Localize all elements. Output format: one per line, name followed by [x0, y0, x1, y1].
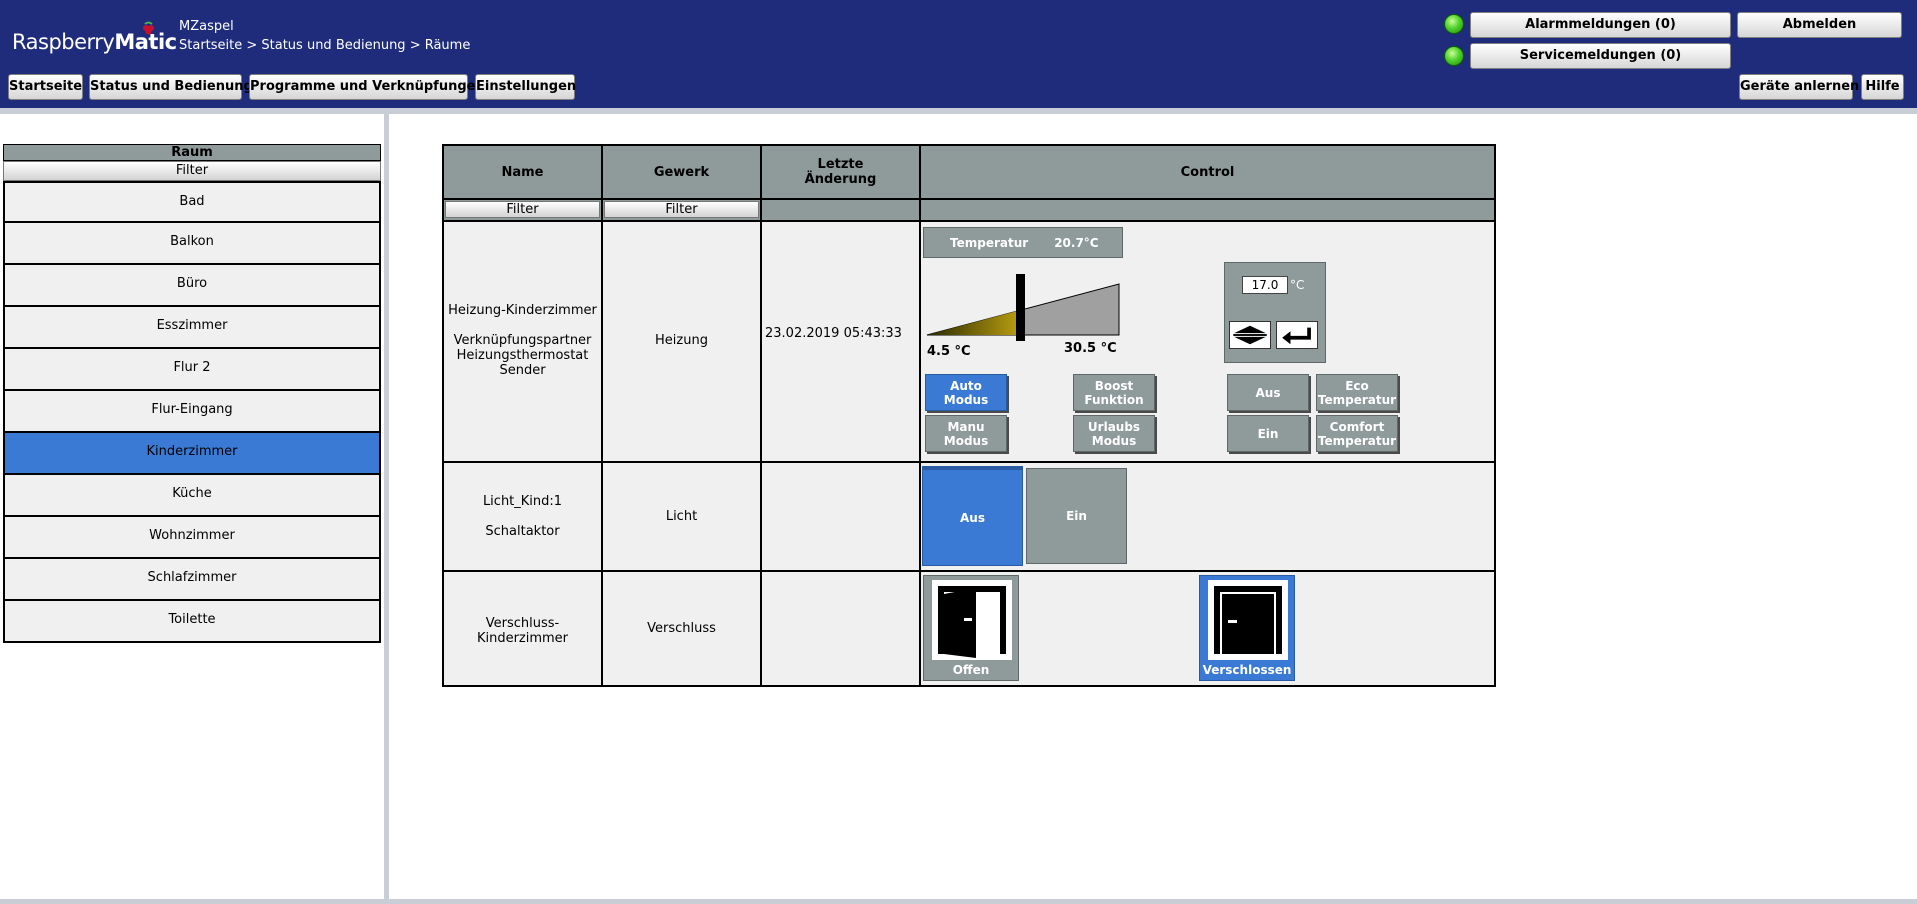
door-open-button[interactable]: Offen [923, 575, 1019, 681]
room-list-header: Raum [3, 144, 381, 161]
user-name: MZaspel [179, 19, 234, 34]
row-licht-gewerk: Licht [665, 509, 698, 524]
enter-arrow-icon [1282, 327, 1311, 345]
link-partner-device: Heizungsthermostat [456, 348, 589, 363]
light-off-button[interactable]: Aus [922, 466, 1023, 566]
header-divider [0, 108, 1917, 114]
room-item[interactable]: Balkon [3, 223, 381, 265]
up-down-stepper[interactable] [1229, 321, 1271, 349]
eco-temperature-button[interactable]: Eco Temperatur [1316, 374, 1398, 411]
setpoint-slider[interactable] [923, 274, 1123, 374]
logo-text-light: Raspberry [12, 30, 115, 54]
heating-off-button[interactable]: Aus [1227, 374, 1309, 411]
row-verschluss-gewerk: Verschluss [647, 621, 716, 636]
room-item[interactable]: Esszimmer [3, 307, 381, 349]
link-partner-role: Sender [499, 363, 546, 378]
alarm-messages-button[interactable]: Alarmmeldungen (0) [1470, 12, 1731, 38]
link-partner-label: Verknüpfungspartner [453, 333, 592, 348]
room-list: Bad Balkon Büro Esszimmer Flur 2 Flur-Eingang… [3, 181, 381, 643]
setpoint-unit: °C [1290, 278, 1305, 292]
service-messages-button[interactable]: Servicemeldungen (0) [1470, 43, 1731, 69]
device-name: Heizung-Kinderzimmer [448, 303, 597, 318]
device-table: Name Gewerk Letzte Änderung Control Filt… [442, 144, 1496, 687]
door-open-icon [932, 580, 1012, 660]
nav-einstellungen-button[interactable]: Einstellungen [475, 74, 576, 100]
row-heizung-last-change: 23.02.2019 05:43:33 [765, 326, 902, 341]
device-type: Schaltaktor [485, 524, 560, 539]
room-item[interactable]: Flur-Eingang [3, 391, 381, 433]
grid-line [919, 146, 921, 685]
heating-on-button[interactable]: Ein [1227, 415, 1309, 452]
raspberry-icon [143, 21, 154, 35]
column-header-last-change: Letzte Änderung [762, 146, 919, 198]
room-item[interactable]: Wohnzimmer [3, 517, 381, 559]
name-filter-button[interactable]: Filter [445, 201, 600, 218]
nav-startseite-button[interactable]: Startseite [8, 74, 83, 100]
grid-line [601, 146, 603, 685]
alarm-status-led [1444, 14, 1464, 34]
up-down-arrows-icon [1233, 325, 1267, 345]
panel-divider [384, 114, 389, 900]
slider-handle[interactable] [1016, 274, 1025, 341]
auto-mode-button[interactable]: Auto Modus [925, 374, 1007, 411]
door-closed-icon [1208, 580, 1288, 660]
row-heizung-gewerk: Heizung [655, 333, 708, 348]
manual-mode-button[interactable]: Manu Modus [925, 415, 1007, 452]
room-item[interactable]: Küche [3, 475, 381, 517]
logout-button[interactable]: Abmelden [1737, 12, 1902, 38]
apply-setpoint-button[interactable] [1276, 321, 1318, 349]
room-list-panel: Raum Filter Bad Balkon Büro Esszimmer Flur 2… [3, 144, 381, 643]
door-open-label: Offen [952, 663, 990, 677]
row-licht-name: Licht_Kind:1 Schaltaktor [444, 494, 601, 539]
room-item[interactable]: Flur 2 [3, 349, 381, 391]
room-item[interactable]: Schlafzimmer [3, 559, 381, 601]
door-closed-label: Verschlossen [1202, 663, 1292, 677]
row-heizung-name: Heizung-Kinderzimmer Verknüpfungspartner… [444, 303, 601, 378]
column-header-name: Name [444, 146, 601, 198]
comfort-temperature-button[interactable]: Comfort Temperatur [1316, 415, 1398, 452]
nav-status-button[interactable]: Status und Bedienung [89, 74, 253, 100]
device-name: Licht_Kind:1 [482, 494, 563, 509]
room-item[interactable]: Büro [3, 265, 381, 307]
slider-max-label: 30.5 °C [1064, 341, 1117, 356]
nav-programme-button[interactable]: Programme und Verknüpfungen [249, 74, 485, 100]
vacation-mode-button[interactable]: Urlaubs Modus [1073, 415, 1155, 452]
bottom-border [0, 899, 1917, 904]
column-header-gewerk: Gewerk [603, 146, 760, 198]
temperature-label: Temperatur [950, 235, 1029, 250]
temperature-display: Temperatur 20.7°C [923, 227, 1123, 258]
slider-min-label: 4.5 °C [927, 344, 971, 359]
grid-line [760, 146, 762, 685]
teach-devices-button[interactable]: Geräte anlernen [1739, 74, 1859, 100]
room-item[interactable]: Toilette [3, 601, 381, 643]
room-item[interactable]: Bad [3, 181, 381, 223]
door-closed-button[interactable]: Verschlossen [1199, 575, 1295, 681]
breadcrumb: Startseite > Status und Bedienung > Räum… [179, 38, 471, 53]
room-filter-button[interactable]: Filter [3, 161, 381, 181]
light-on-button[interactable]: Ein [1026, 468, 1127, 564]
setpoint-panel: °C [1224, 262, 1326, 363]
column-header-control: Control [921, 146, 1494, 198]
gewerk-filter-button[interactable]: Filter [604, 201, 759, 218]
row-verschluss-name: Verschluss-Kinderzimmer [476, 616, 569, 646]
boost-button[interactable]: Boost Funktion [1073, 374, 1155, 411]
help-button[interactable]: Hilfe [1861, 74, 1904, 100]
room-item[interactable]: Kinderzimmer [3, 433, 381, 475]
setpoint-input[interactable] [1242, 276, 1288, 294]
service-status-led [1444, 46, 1464, 66]
temperature-value: 20.7°C [1054, 235, 1099, 250]
